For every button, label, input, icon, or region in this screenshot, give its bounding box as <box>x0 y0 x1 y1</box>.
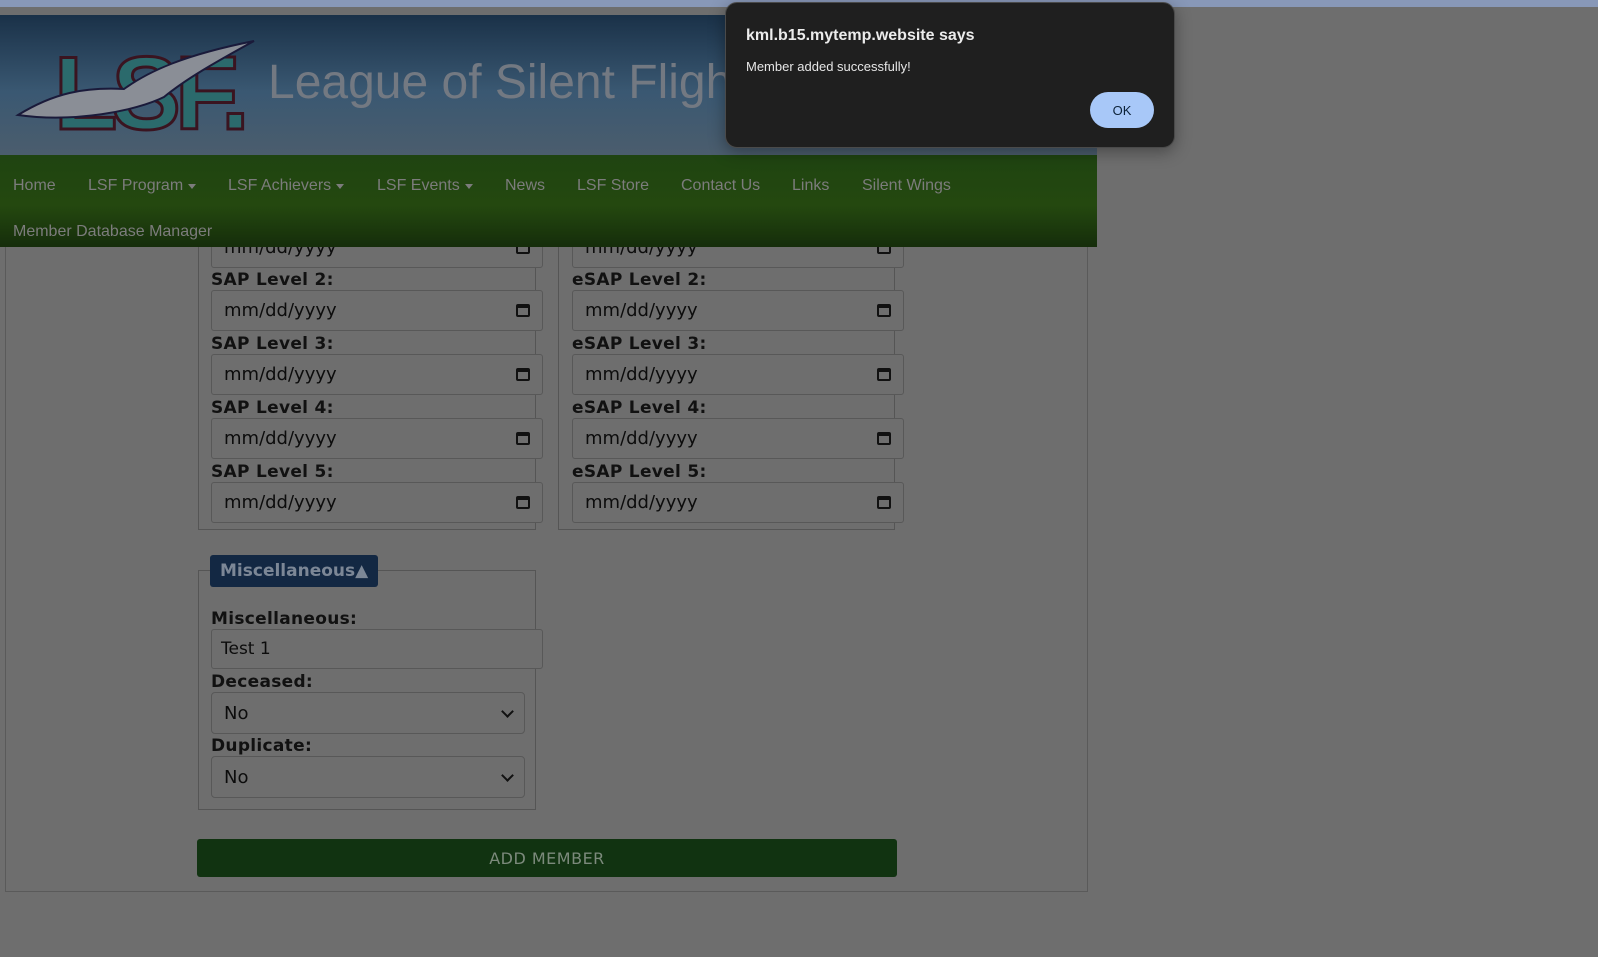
nav-label: LSF Program <box>88 177 184 194</box>
duplicate-select[interactable]: No <box>211 756 525 798</box>
date-value: mm/dd/yyyy <box>224 300 337 321</box>
nav-label: LSF Store <box>577 177 650 194</box>
calendar-icon[interactable] <box>877 304 891 317</box>
deceased-select[interactable]: No <box>211 692 525 734</box>
alert-title: kml.b15.mytemp.website says <box>746 27 975 44</box>
esap-level-3-label: eSAP Level 3: <box>572 334 707 354</box>
seagull-logo-icon[interactable]: LSF. <box>14 31 276 139</box>
nav-item-home[interactable]: Home <box>13 177 56 195</box>
duplicate-selected-value: No <box>224 766 249 788</box>
nav-item-lsf-events[interactable]: LSF Events <box>377 177 473 195</box>
nav-item-lsf-achievers[interactable]: LSF Achievers <box>228 177 345 195</box>
chevron-down-icon <box>501 704 514 718</box>
date-value: mm/dd/yyyy <box>585 428 698 449</box>
chevron-down-icon <box>501 768 514 782</box>
esap-level-4-date-input[interactable]: mm/dd/yyyy <box>572 418 904 459</box>
sap-level-4-label: SAP Level 4: <box>211 398 334 418</box>
date-value: mm/dd/yyyy <box>224 364 337 385</box>
sap-level-2-label: SAP Level 2: <box>211 270 334 290</box>
nav-item-lsf-store[interactable]: LSF Store <box>577 177 649 195</box>
sap-level-3-label: SAP Level 3: <box>211 334 334 354</box>
nav-label: LSF Events <box>377 177 460 194</box>
misc-label: Miscellaneous: <box>211 609 358 629</box>
deceased-label: Deceased: <box>211 672 314 692</box>
caret-down-icon <box>464 183 473 189</box>
member-form-panel <box>5 200 1088 892</box>
esap-level-5-label: eSAP Level 5: <box>572 462 707 482</box>
nav-label: Silent Wings <box>862 177 951 194</box>
calendar-icon[interactable] <box>877 496 891 509</box>
date-value: mm/dd/yyyy <box>224 428 337 449</box>
date-value: mm/dd/yyyy <box>585 300 698 321</box>
ok-button[interactable]: OK <box>1090 92 1154 128</box>
nav-label: Contact Us <box>681 177 761 194</box>
calendar-icon[interactable] <box>877 368 891 381</box>
site-title: League of Silent Fligh <box>268 56 733 109</box>
calendar-icon[interactable] <box>516 304 530 317</box>
deceased-selected-value: No <box>224 702 249 724</box>
calendar-icon[interactable] <box>516 368 530 381</box>
caret-down-icon <box>336 183 345 189</box>
nav-item-silent-wings[interactable]: Silent Wings <box>862 177 951 195</box>
misc-toggle-button[interactable]: Miscellaneous▲ <box>210 555 379 587</box>
duplicate-label: Duplicate: <box>211 736 313 756</box>
alert-message: Member added successfully! <box>746 59 911 74</box>
calendar-icon[interactable] <box>877 432 891 445</box>
nav-label: Member Database Manager <box>13 223 213 240</box>
esap-level-2-label: eSAP Level 2: <box>572 270 707 290</box>
nav-label: News <box>505 177 546 194</box>
date-value: mm/dd/yyyy <box>585 492 698 513</box>
esap-level-3-date-input[interactable]: mm/dd/yyyy <box>572 354 904 395</box>
caret-down-icon <box>188 183 197 189</box>
calendar-icon[interactable] <box>516 432 530 445</box>
nav-item-contact-us[interactable]: Contact Us <box>681 177 760 195</box>
main-nav: Home LSF Program LSF Achievers LSF Event… <box>0 155 1097 247</box>
esap-level-2-date-input[interactable]: mm/dd/yyyy <box>572 290 904 331</box>
nav-label: LSF Achievers <box>228 177 332 194</box>
esap-level-4-label: eSAP Level 4: <box>572 398 707 418</box>
sap-level-2-date-input[interactable]: mm/dd/yyyy <box>211 290 543 331</box>
add-member-button[interactable]: ADD MEMBER <box>197 839 897 877</box>
nav-item-member-database-manager[interactable]: Member Database Manager <box>13 223 212 241</box>
misc-text-input[interactable]: Test 1 <box>211 629 543 669</box>
nav-label: Links <box>792 177 830 194</box>
misc-value: Test 1 <box>221 639 271 659</box>
esap-level-5-date-input[interactable]: mm/dd/yyyy <box>572 482 904 523</box>
sap-level-3-date-input[interactable]: mm/dd/yyyy <box>211 354 543 395</box>
nav-label: Home <box>13 177 56 194</box>
date-value: mm/dd/yyyy <box>585 364 698 385</box>
nav-item-lsf-program[interactable]: LSF Program <box>88 177 197 195</box>
sap-level-5-label: SAP Level 5: <box>211 462 334 482</box>
alert-dialog: kml.b15.mytemp.website says Member added… <box>725 2 1175 148</box>
calendar-icon[interactable] <box>516 496 530 509</box>
sap-level-4-date-input[interactable]: mm/dd/yyyy <box>211 418 543 459</box>
date-value: mm/dd/yyyy <box>224 492 337 513</box>
sap-level-5-date-input[interactable]: mm/dd/yyyy <box>211 482 543 523</box>
nav-item-news[interactable]: News <box>505 177 545 195</box>
nav-item-links[interactable]: Links <box>792 177 829 195</box>
